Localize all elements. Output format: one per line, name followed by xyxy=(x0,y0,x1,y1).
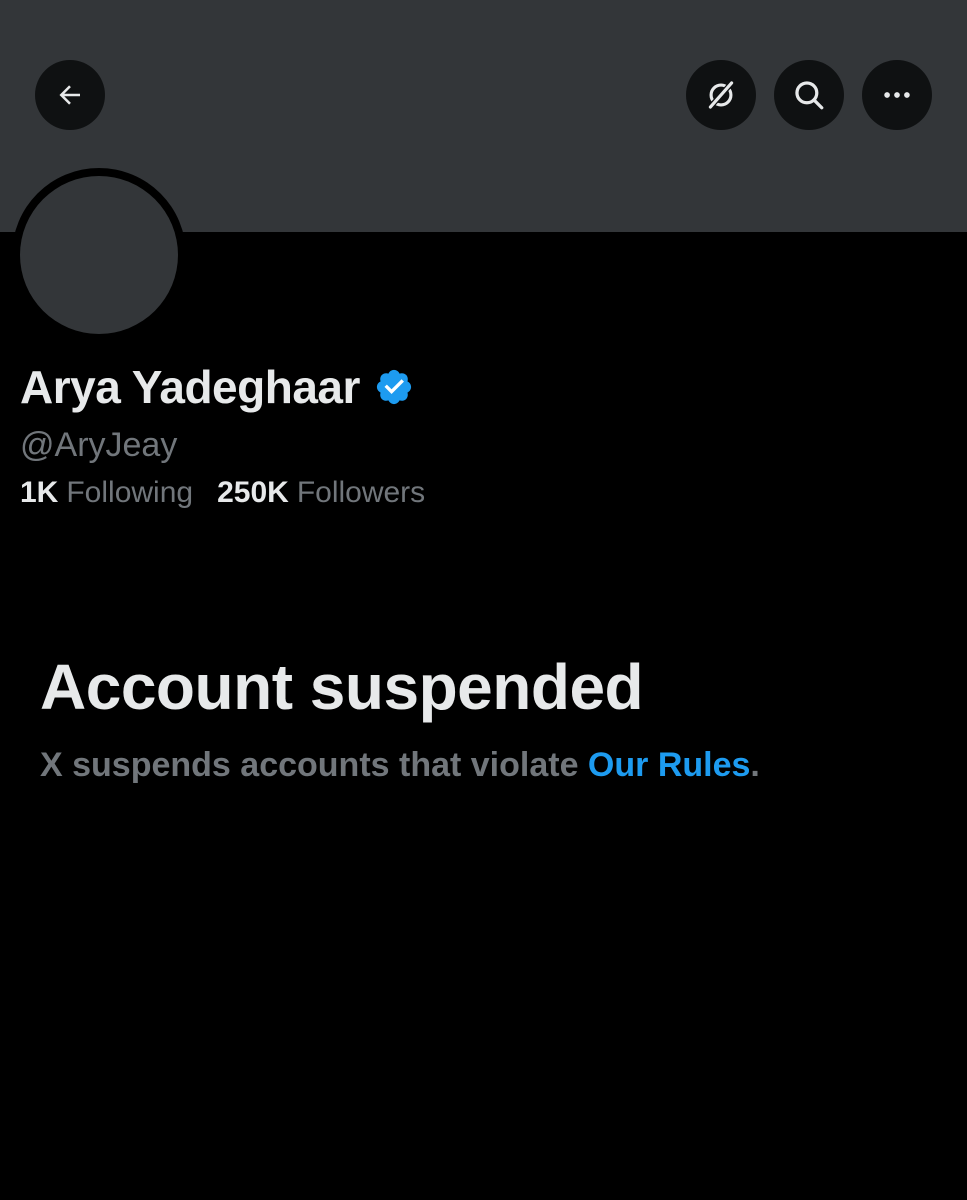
avatar[interactable] xyxy=(20,176,178,334)
following-label: Following xyxy=(66,476,194,509)
suspension-title: Account suspended xyxy=(40,651,644,723)
suspension-description-text: X suspends accounts that violate xyxy=(40,746,588,784)
search-button[interactable] xyxy=(774,60,844,130)
following-count: 1K xyxy=(20,476,59,509)
follow-stats: 1K Following 250K Followers xyxy=(20,476,449,510)
suspension-description-period: . xyxy=(750,746,760,784)
back-button[interactable] xyxy=(35,60,105,130)
profile-handle: @AryJeay xyxy=(20,426,178,464)
arrow-left-icon xyxy=(59,85,80,105)
grok-button[interactable] xyxy=(686,60,756,130)
display-name: Arya Yadeghaar xyxy=(20,361,360,413)
followers-count: 250K xyxy=(217,476,289,509)
more-button[interactable] xyxy=(862,60,932,130)
grok-icon xyxy=(707,80,735,110)
suspension-description: X suspends accounts that violate Our Rul… xyxy=(40,746,760,785)
followers-label: Followers xyxy=(296,476,426,509)
more-horizontal-icon xyxy=(884,92,910,98)
following-link[interactable]: 1K Following xyxy=(20,476,193,510)
followers-link[interactable]: 250K Followers xyxy=(217,476,425,510)
verified-badge-icon[interactable] xyxy=(374,367,414,407)
search-icon xyxy=(795,81,824,110)
our-rules-link[interactable]: Our Rules xyxy=(588,746,750,784)
avatar-frame xyxy=(12,168,186,342)
profile-name-row: Arya Yadeghaar xyxy=(20,360,414,414)
